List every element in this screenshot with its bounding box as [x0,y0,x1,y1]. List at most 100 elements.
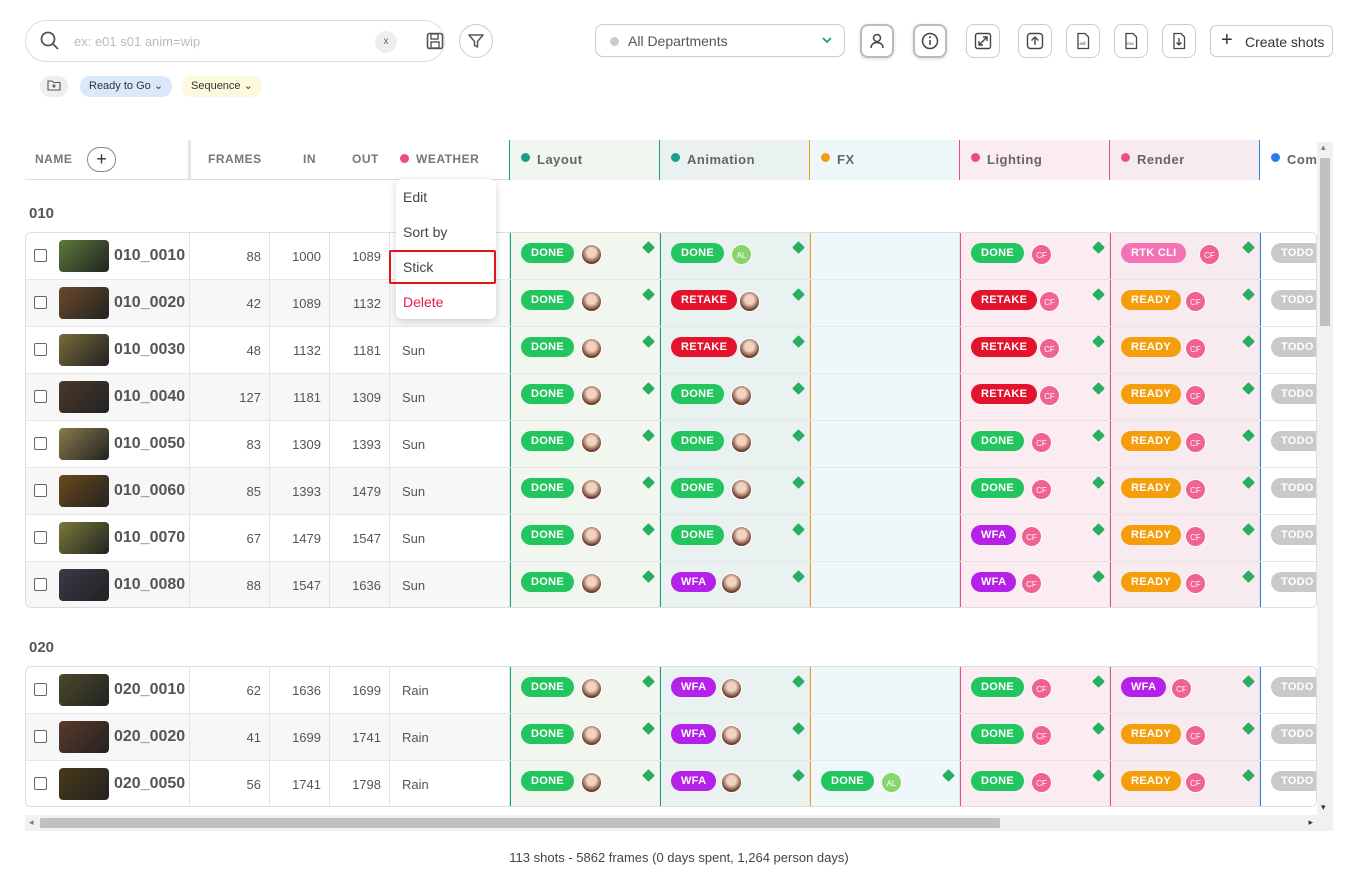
in-cell[interactable]: 1132 [270,327,330,373]
shot-name[interactable]: 020_0020 [114,728,185,746]
department-select[interactable]: All Departments [595,24,845,57]
status-badge[interactable]: TODO [1271,243,1316,263]
status-badge[interactable]: RETAKE [971,384,1038,404]
status-badge[interactable]: DONE [671,431,724,451]
table-row[interactable]: 010_0040 127 1181 1309 Sun DONE DONE RETAKE… [26,374,1316,421]
status-badge[interactable]: WFA [671,724,717,744]
avatar[interactable]: CF [1185,432,1206,453]
task-status-cell[interactable]: WFA [660,562,810,607]
task-status-cell[interactable]: TODO [1260,374,1316,420]
person-view-button[interactable] [860,24,894,58]
out-cell[interactable]: 1699 [330,667,390,713]
avatar[interactable]: CF [1021,526,1042,547]
ready-to-go-chip[interactable]: Ready to Go ⌄ [80,76,173,97]
shot-thumbnail[interactable] [59,674,109,706]
weather-cell[interactable]: Sun [390,374,510,420]
table-row[interactable]: 010_0010 88 1000 1089 DONE DONE AL DONE CF RT… [26,233,1316,280]
status-badge[interactable]: RETAKE [671,337,738,357]
column-header-out[interactable]: OUT [352,140,379,180]
status-badge[interactable]: DONE [521,478,574,498]
out-cell[interactable]: 1309 [330,374,390,420]
status-badge[interactable]: WFA [971,525,1017,545]
task-status-cell[interactable]: WFA CF [1110,667,1260,713]
avatar[interactable]: CF [1039,338,1060,359]
task-status-cell[interactable]: READY CF [1110,515,1260,561]
task-status-cell[interactable]: DONE [510,667,660,713]
export-button[interactable] [1162,24,1196,58]
task-status-cell[interactable]: READY CF [1110,374,1260,420]
avatar-photo[interactable] [581,772,602,793]
weather-cell[interactable]: Sun [390,468,510,514]
table-row[interactable]: 010_0050 83 1309 1393 Sun DONE DONE DONE CF R… [26,421,1316,468]
in-cell[interactable]: 1479 [270,515,330,561]
task-status-cell[interactable]: DONE [510,280,660,326]
add-to-folder-chip[interactable] [40,76,68,97]
status-badge[interactable]: TODO [1271,724,1316,744]
avatar[interactable]: CF [1185,725,1206,746]
row-checkbox[interactable] [34,249,47,262]
shot-thumbnail[interactable] [59,334,109,366]
frames-cell[interactable]: 41 [190,714,270,760]
avatar-photo[interactable] [721,678,742,699]
shot-name[interactable]: 010_0040 [114,388,185,406]
search-input[interactable] [74,30,374,52]
avatar-photo[interactable] [731,385,752,406]
out-cell[interactable]: 1741 [330,714,390,760]
task-status-cell[interactable] [810,468,960,514]
status-badge[interactable]: DONE [671,525,724,545]
scroll-right-icon[interactable]: ▸ [1308,817,1313,828]
task-status-cell[interactable]: DONE CF [960,667,1110,713]
status-badge[interactable]: WFA [671,771,717,791]
status-badge[interactable]: DONE [971,771,1024,791]
task-status-cell[interactable]: DONE CF [960,761,1110,806]
frames-cell[interactable]: 67 [190,515,270,561]
avatar-photo[interactable] [581,678,602,699]
status-badge[interactable]: DONE [521,572,574,592]
avatar[interactable]: CF [1039,291,1060,312]
avatar[interactable]: CF [1031,244,1052,265]
table-row[interactable]: 010_0060 85 1393 1479 Sun DONE DONE DONE CF R… [26,468,1316,515]
avatar[interactable]: CF [1185,338,1206,359]
avatar-photo[interactable] [739,338,760,359]
status-badge[interactable]: RETAKE [971,290,1038,310]
status-badge[interactable]: DONE [521,384,574,404]
task-status-cell[interactable]: DONE [510,468,660,514]
avatar[interactable]: CF [1185,479,1206,500]
avatar[interactable]: CF [1185,772,1206,793]
out-cell[interactable]: 1181 [330,327,390,373]
task-status-cell[interactable]: TODO [1260,761,1316,806]
scroll-left-icon[interactable]: ◂ [29,817,34,828]
expand-button[interactable] [966,24,1000,58]
shot-name[interactable]: 010_0070 [114,529,185,547]
in-cell[interactable]: 1741 [270,761,330,806]
shot-name[interactable]: 010_0080 [114,576,185,594]
status-badge[interactable]: TODO [1271,572,1316,592]
weather-cell[interactable]: Sun [390,562,510,607]
avatar[interactable]: CF [1031,678,1052,699]
avatar-photo[interactable] [721,573,742,594]
task-column-header[interactable]: Render [1109,140,1259,180]
task-status-cell[interactable]: TODO [1260,233,1316,279]
shot-name[interactable]: 010_0010 [114,247,185,265]
status-badge[interactable]: RTK CLI [1121,243,1187,263]
status-badge[interactable]: WFA [671,677,717,697]
avatar-photo[interactable] [581,338,602,359]
table-row[interactable]: 020_0050 56 1741 1798 Rain DONE WFA DONE AL D… [26,761,1316,806]
avatar[interactable]: CF [1021,573,1042,594]
horizontal-scroll-thumb[interactable] [40,818,1000,828]
status-badge[interactable]: DONE [521,525,574,545]
out-cell[interactable]: 1132 [330,280,390,326]
weather-cell[interactable]: Sun [390,515,510,561]
status-badge[interactable]: DONE [971,478,1024,498]
row-checkbox[interactable] [34,683,47,696]
task-status-cell[interactable]: DONE [510,233,660,279]
task-status-cell[interactable] [810,714,960,760]
save-search-icon[interactable] [425,31,445,51]
task-status-cell[interactable]: READY CF [1110,714,1260,760]
row-checkbox[interactable] [34,343,47,356]
frames-cell[interactable]: 83 [190,421,270,467]
task-status-cell[interactable] [810,421,960,467]
out-cell[interactable]: 1798 [330,761,390,806]
in-cell[interactable]: 1089 [270,280,330,326]
avatar[interactable]: CF [1031,432,1052,453]
